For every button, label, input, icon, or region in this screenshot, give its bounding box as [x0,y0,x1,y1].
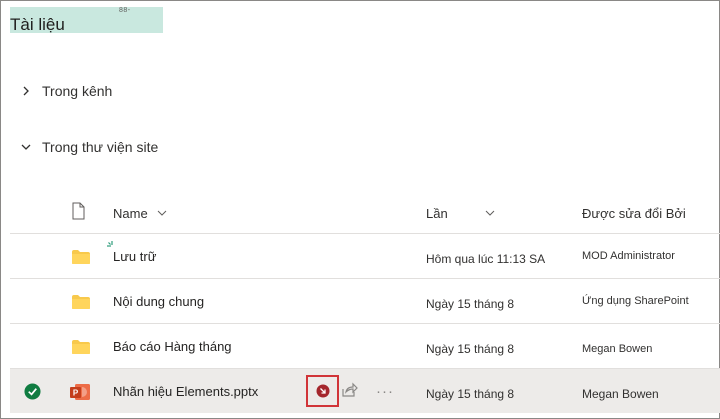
folder-icon [72,249,90,264]
powerpoint-icon: P [70,383,90,400]
more-options-icon[interactable]: ··· [376,383,394,400]
chevron-down-icon [21,144,31,150]
modified-by[interactable]: Megan Bowen [582,343,652,355]
table-row[interactable]: Báo cáo Hàng tháng Ngày 15 tháng 8 Megan… [10,323,720,368]
svg-text:P: P [73,388,79,397]
share-icon[interactable] [340,381,358,399]
column-header-name[interactable]: Name [113,200,168,226]
show-actions-button[interactable] [306,375,339,407]
page-title: Tài liệu [10,15,65,34]
column-header-label: Lần [426,205,448,221]
file-name-link[interactable]: Lưu trữ [113,249,156,264]
modified-date: Ngày 15 tháng 8 [426,296,515,311]
file-name-link[interactable]: Nhãn hiệu Elements.pptx [113,384,258,399]
column-header-modified[interactable]: Lần [426,200,496,226]
modified-date: Hôm qua lúc 11:13 SA [426,251,546,266]
section-in-site-library[interactable]: Trong thư viện site [19,136,158,158]
table-row-selected[interactable]: P Nhãn hiệu Elements.pptx ··· Ngày 15 th… [10,368,720,413]
column-header-label: Được sửa đổi Bởi [582,205,686,221]
chevron-down-icon [157,210,167,216]
title-badge: 88- [119,7,131,14]
section-in-channel[interactable]: Trong kênh [19,80,112,102]
column-header-label: Name [113,205,148,221]
section-label: Trong kênh [42,83,113,99]
section-label: Trong thư viện site [42,139,159,155]
table-row[interactable]: Nội dung chung Ngày 15 tháng 8 Ứng dụng … [10,278,720,323]
file-type-icon[interactable] [71,202,86,220]
table-row[interactable]: Lưu trữ Hôm qua lúc 11:13 SA MOD Adminis… [10,233,720,278]
file-name-link[interactable]: Báo cáo Hàng tháng [113,339,232,354]
chevron-right-icon [23,86,29,96]
document-library-panel: 88- Tài liệu Trong kênh Trong thư viện s… [0,0,720,419]
file-name-link[interactable]: Nội dung chung [113,294,204,309]
column-header-modified-by[interactable]: Được sửa đổi Bởi [582,200,686,226]
chevron-down-icon [485,210,495,216]
modified-by[interactable]: Megan Bowen [582,387,659,401]
modified-by[interactable]: MOD Administrator [582,250,675,262]
modified-date: Ngày 15 tháng 8 [426,341,515,356]
folder-icon [72,339,90,354]
folder-icon [72,294,90,309]
checkmark-circle-icon[interactable] [24,383,41,400]
modified-date: Ngày 15 tháng 8 [426,386,515,401]
arrow-down-right-circle-icon [316,384,329,398]
modified-by[interactable]: Ứng dụng SharePoint [582,295,689,307]
